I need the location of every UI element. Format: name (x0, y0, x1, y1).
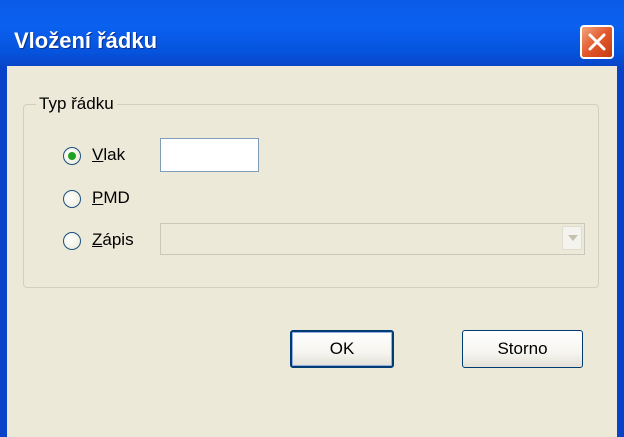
zapis-combo-dropdown-button[interactable] (562, 226, 582, 250)
radio-vlak-label[interactable]: Vlak (92, 145, 125, 165)
cancel-button[interactable]: Storno (462, 330, 583, 368)
radio-pmd-label[interactable]: PMD (92, 188, 130, 208)
radio-vlak[interactable] (63, 147, 81, 165)
radio-selected-dot (68, 152, 76, 160)
close-button[interactable] (580, 25, 614, 59)
radio-pmd[interactable] (63, 190, 81, 208)
dialog-title: Vložení řádku (14, 28, 158, 53)
title-bar[interactable]: Vložení řádku (0, 0, 624, 66)
dialog-window: Vložení řádku Typ řádku Vlak PMD Zápis O… (0, 0, 624, 437)
radio-zapis[interactable] (63, 232, 81, 250)
dropdown-arrow-icon (568, 235, 578, 241)
close-icon (588, 33, 606, 51)
dialog-body: Typ řádku Vlak PMD Zápis OK Storno (7, 66, 617, 437)
row-type-legend: Typ řádku (36, 94, 117, 114)
ok-button[interactable]: OK (290, 330, 394, 368)
radio-zapis-label[interactable]: Zápis (92, 230, 134, 250)
row-type-groupbox: Typ řádku Vlak PMD Zápis (23, 94, 599, 288)
zapis-combo[interactable] (160, 223, 585, 255)
vlak-input[interactable] (160, 138, 259, 172)
